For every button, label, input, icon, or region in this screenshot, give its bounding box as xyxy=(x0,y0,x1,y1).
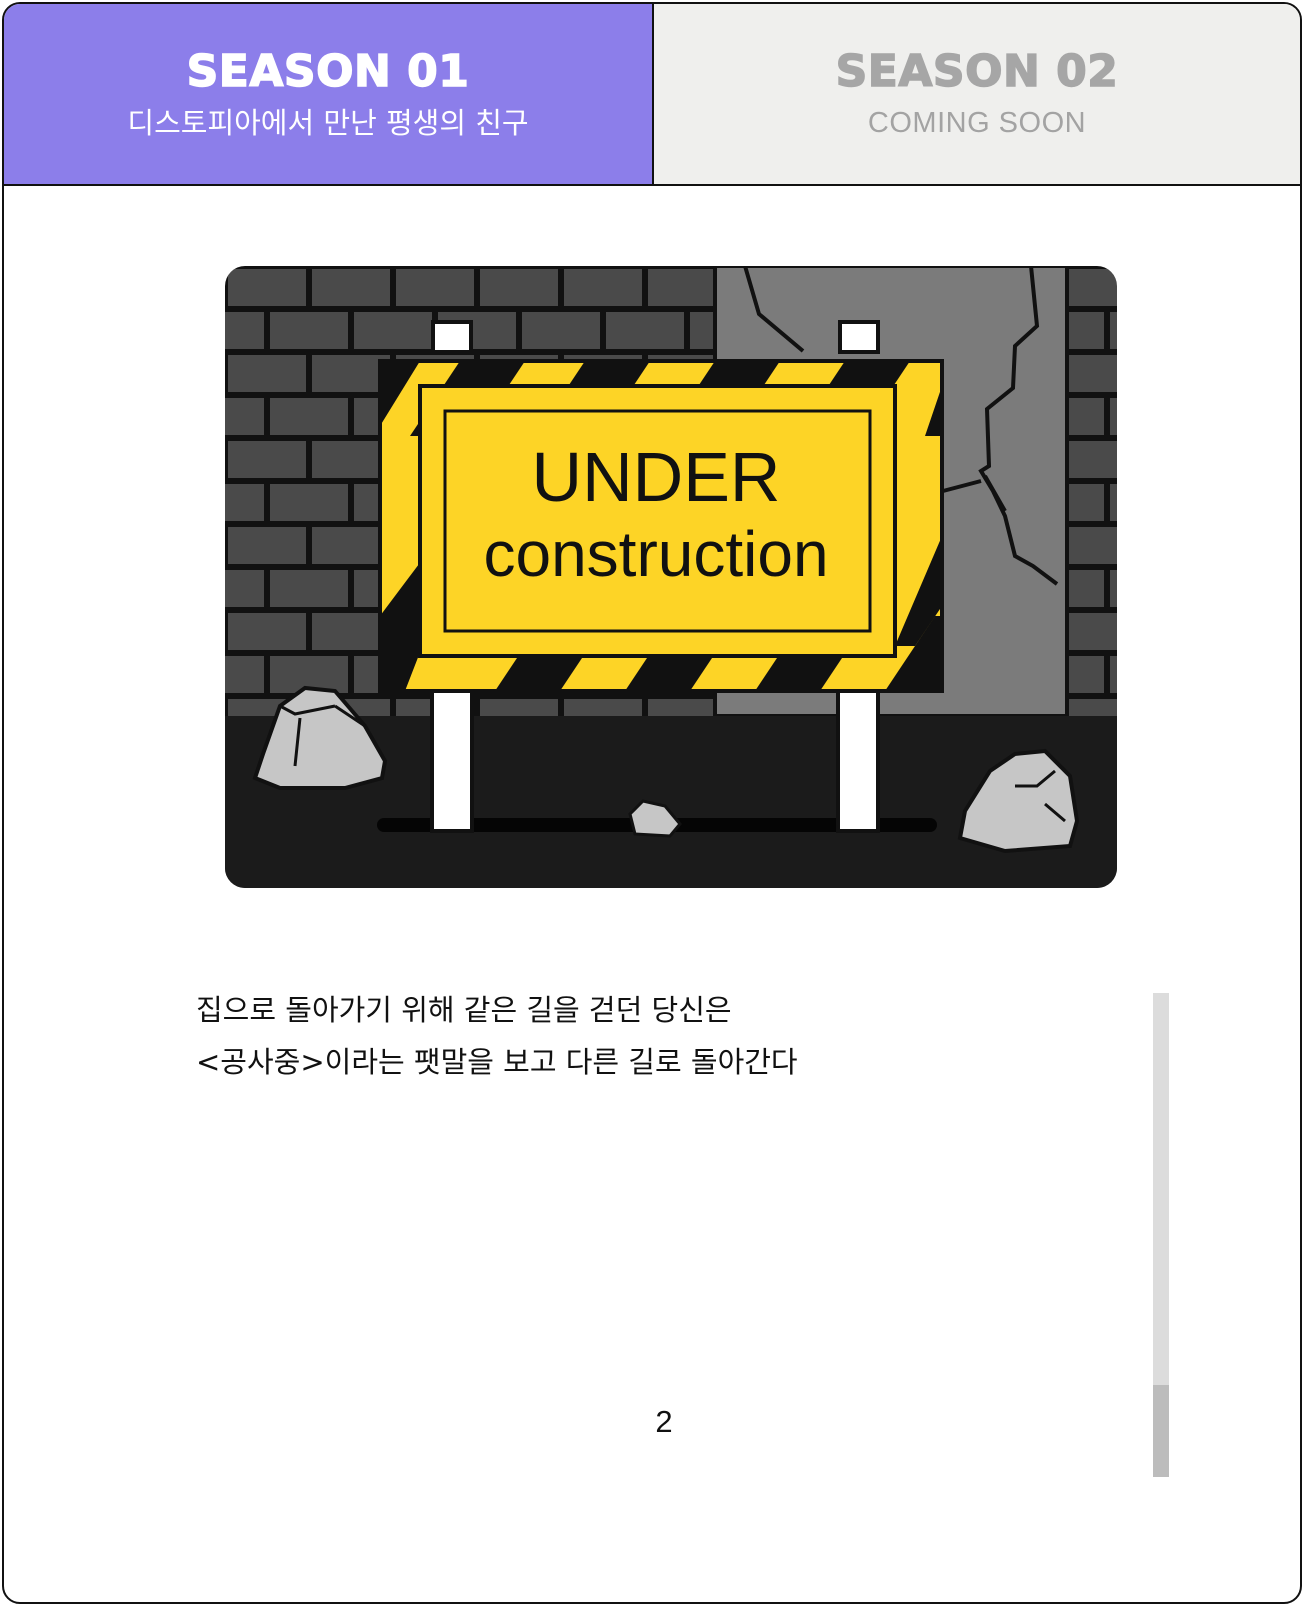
viewer-frame: SEASON 01 디스토피아에서 만난 평생의 친구 SEASON 02 CO… xyxy=(2,2,1302,1604)
tab-season-01-title: SEASON 01 xyxy=(186,46,470,97)
construction-illustration: UNDER construction xyxy=(225,266,1117,888)
tab-season-02-title: SEASON 02 xyxy=(835,46,1119,97)
scrollbar-track[interactable] xyxy=(1153,993,1169,1477)
story-line: <공사중>이라는 팻말을 보고 다른 길로 돌아간다 xyxy=(196,1045,798,1079)
page-number: 2 xyxy=(655,1404,673,1439)
sign-text-under: UNDER xyxy=(532,438,781,516)
tab-season-02[interactable]: SEASON 02 COMING SOON xyxy=(654,4,1300,184)
tab-season-01-subtitle: 디스토피아에서 만난 평생의 친구 xyxy=(127,106,529,140)
scrollbar-thumb[interactable] xyxy=(1153,1385,1169,1477)
tab-season-02-subtitle: COMING SOON xyxy=(867,107,1087,139)
story-line: 집으로 돌아가기 위해 같은 길을 걷던 당신은 xyxy=(196,993,732,1027)
season-tabs: SEASON 01 디스토피아에서 만난 평생의 친구 SEASON 02 CO… xyxy=(4,4,1300,186)
sign-text-construction: construction xyxy=(483,518,828,590)
tab-season-01[interactable]: SEASON 01 디스토피아에서 만난 평생의 친구 xyxy=(4,4,654,184)
construction-scene-image: UNDER construction xyxy=(225,266,1117,888)
story-text: 집으로 돌아가기 위해 같은 길을 걷던 당신은 <공사중>이라는 팻말을 보고… xyxy=(196,984,1096,1088)
